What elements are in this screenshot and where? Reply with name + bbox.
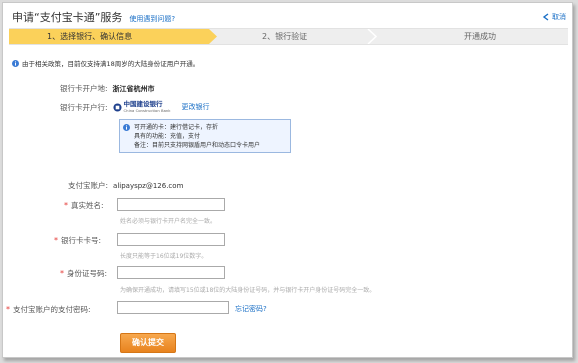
info-icon <box>12 59 19 67</box>
bank-logo-cn: 中国建设银行 <box>123 100 163 108</box>
account-value: alipayspz@126.com <box>113 181 184 190</box>
submit-button[interactable]: 确认提交 <box>120 333 176 353</box>
info-icon <box>123 124 130 131</box>
bank-location-row: 银行卡开户地: 浙江省杭州市 <box>60 83 155 94</box>
card-number-hint: 长度只能等于16位或19位数字。 <box>120 253 208 260</box>
required-mark: * <box>64 201 68 210</box>
real-name-hint: 姓名必须与银行卡开户名完全一致。 <box>120 218 217 225</box>
bank-location-value: 浙江省杭州市 <box>112 84 155 93</box>
back-arrow-icon <box>542 13 549 21</box>
real-name-input[interactable] <box>117 198 225 211</box>
change-bank-link[interactable]: 更改银行 <box>182 102 210 112</box>
required-mark: * <box>6 305 10 314</box>
forgot-password-link[interactable]: 忘记密码? <box>235 304 267 314</box>
step-1-active: 1、选择银行、确认信息 <box>9 29 217 44</box>
bank-logo: 中国建设银行 China Construction Bank <box>112 100 171 113</box>
bank-row: 银行卡开户行: 中国建设银行 China Construction Bank 更… <box>60 100 210 114</box>
ccb-logo-icon <box>112 102 122 112</box>
step-separator-icon <box>367 29 377 44</box>
page-title: 申请“支付宝卡通”服务 <box>12 11 123 24</box>
bank-label: 银行卡开户行: <box>60 102 108 112</box>
required-mark: * <box>60 269 64 278</box>
real-name-row: * 真实姓名: <box>64 200 104 211</box>
help-link[interactable]: 使用遇到问题? <box>129 14 175 24</box>
pay-password-label: 支付宝账户的支付密码: <box>13 305 91 314</box>
notice-text: 由于相关政策，目前仅支持满18周岁的大陆身份证用户开通。 <box>22 60 200 68</box>
progress-steps: 1、选择银行、确认信息 2、银行验证 开通成功 <box>9 28 568 45</box>
card-number-label: 银行卡卡号: <box>61 236 102 245</box>
required-mark: * <box>54 236 58 245</box>
tip-line: 具有的功能：充值，支付 <box>134 133 201 140</box>
bank-logo-en: China Construction Bank <box>123 108 171 113</box>
card-number-row: * 银行卡卡号: <box>54 235 101 246</box>
dialog-panel: 申请“支付宝卡通”服务 使用遇到问题? 取消 1、选择银行、确认信息 2、银行验… <box>2 2 573 358</box>
cancel-button[interactable]: 取消 <box>542 12 566 22</box>
policy-notice: 由于相关政策，目前仅支持满18周岁的大陆身份证用户开通。 <box>12 58 199 68</box>
bank-location-label: 银行卡开户地: <box>60 84 108 93</box>
id-number-hint: 为确保开通成功，请填写15位或18位的大陆身份证号码，并与银行卡开户身份证号码完… <box>120 287 376 294</box>
cancel-label: 取消 <box>552 13 566 21</box>
id-number-row: * 身份证号码: <box>60 268 107 279</box>
pay-password-row: * 支付宝账户的支付密码: <box>6 304 91 315</box>
real-name-label: 真实姓名: <box>71 201 104 210</box>
bank-info-box: 可开通的卡：建行借记卡，存折 具有的功能：充值，支付 备注：目前只支持网银盾用户… <box>119 119 291 153</box>
tip-line: 可开通的卡：建行借记卡，存折 <box>134 124 219 131</box>
account-label: 支付宝账户: <box>68 181 109 190</box>
tip-line: 备注：目前只支持网银盾用户和动态口令卡用户 <box>134 142 261 149</box>
card-number-input[interactable] <box>117 233 225 246</box>
step-3: 开通成功 <box>464 32 496 41</box>
pay-password-input[interactable] <box>117 301 229 314</box>
id-number-input[interactable] <box>117 266 225 279</box>
step-2: 2、银行验证 <box>262 32 308 41</box>
account-row: 支付宝账户: alipayspz@126.com <box>68 180 183 191</box>
id-number-label: 身份证号码: <box>67 269 108 278</box>
dialog-header: 申请“支付宝卡通”服务 使用遇到问题? <box>12 9 175 24</box>
